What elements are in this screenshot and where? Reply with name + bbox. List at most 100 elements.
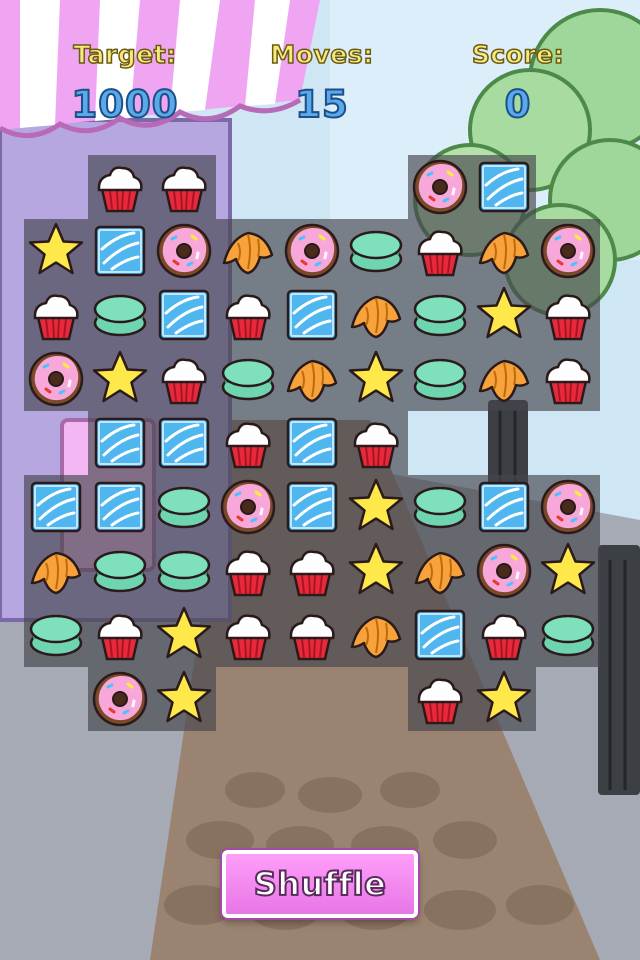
donut-tile[interactable] (88, 667, 152, 731)
macaron-tile[interactable] (152, 539, 216, 603)
ice-block-tile[interactable] (408, 603, 472, 667)
macaron-tile[interactable] (408, 283, 472, 347)
ice-block-tile[interactable] (152, 283, 216, 347)
macaron-tile[interactable] (408, 347, 472, 411)
cupcake-tile[interactable] (280, 603, 344, 667)
ice-block-icon (30, 481, 82, 533)
donut-tile[interactable] (536, 475, 600, 539)
star-tile[interactable] (344, 475, 408, 539)
ice-block-tile[interactable] (88, 475, 152, 539)
cupcake-tile[interactable] (216, 411, 280, 475)
cupcake-tile[interactable] (24, 283, 88, 347)
ice-block-tile[interactable] (472, 475, 536, 539)
macaron-icon (93, 550, 147, 593)
cupcake-tile[interactable] (216, 603, 280, 667)
cupcake-tile[interactable] (88, 603, 152, 667)
donut-icon (92, 671, 148, 727)
croissant-icon (30, 551, 82, 595)
croissant-tile[interactable] (280, 347, 344, 411)
donut-tile[interactable] (216, 475, 280, 539)
ice-block-tile[interactable] (472, 155, 536, 219)
star-tile[interactable] (344, 347, 408, 411)
macaron-tile[interactable] (536, 603, 600, 667)
macaron-tile[interactable] (344, 219, 408, 283)
macaron-tile[interactable] (88, 283, 152, 347)
star-icon (28, 222, 84, 275)
star-icon (348, 542, 404, 595)
croissant-tile[interactable] (216, 219, 280, 283)
shuffle-button[interactable]: Shuffle (222, 850, 418, 918)
cupcake-icon (225, 614, 271, 661)
donut-icon (540, 479, 596, 535)
croissant-icon (222, 231, 274, 275)
star-tile[interactable] (24, 219, 88, 283)
macaron-icon (29, 614, 83, 657)
donut-tile[interactable] (24, 347, 88, 411)
cupcake-tile[interactable] (216, 283, 280, 347)
cupcake-icon (481, 614, 527, 661)
cupcake-tile[interactable] (536, 347, 600, 411)
cupcake-icon (417, 230, 463, 277)
star-icon (348, 478, 404, 531)
cupcake-icon (33, 294, 79, 341)
ice-block-icon (158, 289, 210, 341)
star-icon (476, 670, 532, 723)
ice-block-icon (478, 161, 530, 213)
star-tile[interactable] (152, 603, 216, 667)
macaron-tile[interactable] (24, 603, 88, 667)
cupcake-tile[interactable] (408, 219, 472, 283)
donut-icon (156, 223, 212, 279)
ice-block-tile[interactable] (280, 475, 344, 539)
cupcake-tile[interactable] (88, 155, 152, 219)
cupcake-icon (545, 358, 591, 405)
cupcake-icon (417, 678, 463, 725)
cupcake-icon (161, 166, 207, 213)
cupcake-icon (97, 166, 143, 213)
cupcake-tile[interactable] (280, 539, 344, 603)
ice-block-tile[interactable] (88, 219, 152, 283)
ice-block-tile[interactable] (280, 283, 344, 347)
star-tile[interactable] (472, 283, 536, 347)
cupcake-icon (225, 422, 271, 469)
cupcake-tile[interactable] (408, 667, 472, 731)
donut-icon (28, 351, 84, 407)
donut-icon (476, 543, 532, 599)
donut-tile[interactable] (536, 219, 600, 283)
star-tile[interactable] (472, 667, 536, 731)
croissant-tile[interactable] (24, 539, 88, 603)
croissant-tile[interactable] (472, 219, 536, 283)
macaron-tile[interactable] (408, 475, 472, 539)
macaron-tile[interactable] (88, 539, 152, 603)
star-tile[interactable] (88, 347, 152, 411)
ice-block-tile[interactable] (24, 475, 88, 539)
star-icon (92, 350, 148, 403)
ice-block-tile[interactable] (280, 411, 344, 475)
croissant-tile[interactable] (472, 347, 536, 411)
croissant-tile[interactable] (344, 283, 408, 347)
cupcake-tile[interactable] (472, 603, 536, 667)
ice-block-tile[interactable] (152, 411, 216, 475)
cupcake-tile[interactable] (344, 411, 408, 475)
donut-tile[interactable] (472, 539, 536, 603)
cupcake-tile[interactable] (536, 283, 600, 347)
cupcake-tile[interactable] (216, 539, 280, 603)
ice-block-tile[interactable] (88, 411, 152, 475)
macaron-tile[interactable] (216, 347, 280, 411)
macaron-icon (541, 614, 595, 657)
ice-block-icon (478, 481, 530, 533)
cupcake-tile[interactable] (152, 347, 216, 411)
star-tile[interactable] (344, 539, 408, 603)
cupcake-icon (225, 550, 271, 597)
donut-icon (540, 223, 596, 279)
star-tile[interactable] (152, 667, 216, 731)
donut-tile[interactable] (280, 219, 344, 283)
croissant-tile[interactable] (408, 539, 472, 603)
macaron-tile[interactable] (152, 475, 216, 539)
croissant-tile[interactable] (344, 603, 408, 667)
ice-block-icon (94, 225, 146, 277)
croissant-icon (286, 359, 338, 403)
donut-tile[interactable] (408, 155, 472, 219)
cupcake-tile[interactable] (152, 155, 216, 219)
donut-tile[interactable] (152, 219, 216, 283)
star-tile[interactable] (536, 539, 600, 603)
